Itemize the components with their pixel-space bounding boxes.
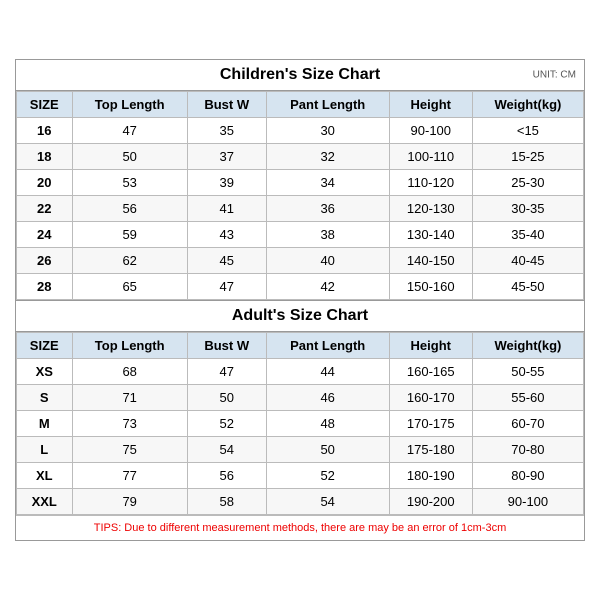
children-title-row: Children's Size Chart UNIT: CM — [16, 60, 584, 91]
col-height: Height — [389, 92, 472, 118]
table-row: XS684744160-16550-55 — [17, 359, 584, 385]
table-row: 26624540140-15040-45 — [17, 248, 584, 274]
table-row: M735248170-17560-70 — [17, 411, 584, 437]
table-row: L755450175-18070-80 — [17, 437, 584, 463]
table-row: 28654742150-16045-50 — [17, 274, 584, 300]
col-weight-adult: Weight(kg) — [472, 333, 583, 359]
col-weight: Weight(kg) — [472, 92, 583, 118]
table-row: 18503732100-11015-25 — [17, 144, 584, 170]
children-table: SIZE Top Length Bust W Pant Length Heigh… — [16, 91, 584, 300]
col-height-adult: Height — [389, 333, 472, 359]
unit-label: UNIT: CM — [533, 70, 576, 81]
tips-row: TIPS: Due to different measurement metho… — [16, 515, 584, 540]
adult-title: Adult's Size Chart — [232, 307, 368, 325]
table-row: 24594338130-14035-40 — [17, 222, 584, 248]
adult-title-row: Adult's Size Chart — [16, 300, 584, 332]
col-top-length-adult: Top Length — [72, 333, 187, 359]
tips-text: TIPS: Due to different measurement metho… — [94, 522, 506, 534]
table-row: 20533934110-12025-30 — [17, 170, 584, 196]
adult-table: SIZE Top Length Bust W Pant Length Heigh… — [16, 332, 584, 515]
col-bust-w: Bust W — [187, 92, 266, 118]
size-chart-container: Children's Size Chart UNIT: CM SIZE Top … — [15, 59, 585, 541]
table-row: S715046160-17055-60 — [17, 385, 584, 411]
col-bust-w-adult: Bust W — [187, 333, 266, 359]
children-title: Children's Size Chart — [220, 66, 380, 84]
col-pant-length-adult: Pant Length — [266, 333, 389, 359]
table-row: XL775652180-19080-90 — [17, 463, 584, 489]
col-size: SIZE — [17, 92, 73, 118]
children-header-row: SIZE Top Length Bust W Pant Length Heigh… — [17, 92, 584, 118]
table-row: 1647353090-100<15 — [17, 118, 584, 144]
adult-header-row: SIZE Top Length Bust W Pant Length Heigh… — [17, 333, 584, 359]
table-row: 22564136120-13030-35 — [17, 196, 584, 222]
col-top-length: Top Length — [72, 92, 187, 118]
col-size-adult: SIZE — [17, 333, 73, 359]
table-row: XXL795854190-20090-100 — [17, 489, 584, 515]
col-pant-length: Pant Length — [266, 92, 389, 118]
